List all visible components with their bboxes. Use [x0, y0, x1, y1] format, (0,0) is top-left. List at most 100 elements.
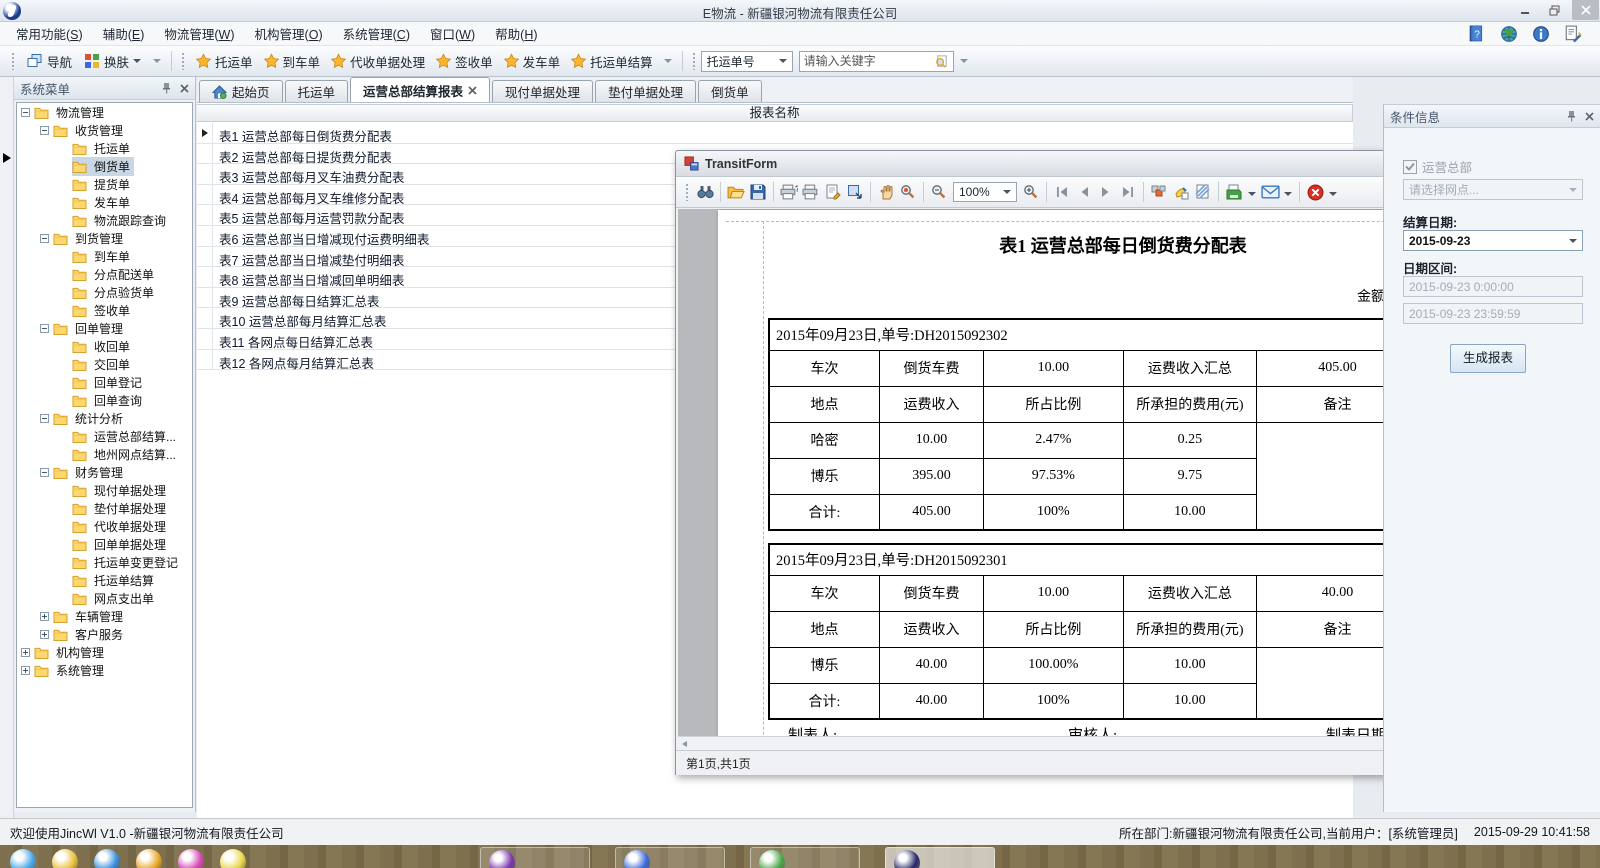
- search-icon[interactable]: [934, 54, 949, 69]
- tree-item-回单管理[interactable]: 回单管理: [17, 319, 192, 337]
- pin-icon[interactable]: [161, 82, 172, 94]
- mail-button[interactable]: [1259, 181, 1281, 203]
- zoom-in-button[interactable]: [1020, 181, 1042, 203]
- expand-icon[interactable]: [40, 630, 49, 639]
- expand-icon[interactable]: [21, 666, 30, 675]
- zoom-out-button[interactable]: [928, 181, 950, 203]
- taskbar-app-button[interactable]: [480, 847, 590, 868]
- tree-item-财务管理[interactable]: 财务管理: [17, 463, 192, 481]
- tree-item-车辆管理[interactable]: 车辆管理: [17, 607, 192, 625]
- favorite-button[interactable]: 到车单: [258, 49, 326, 74]
- tab-close-icon[interactable]: [468, 86, 477, 95]
- favorite-button[interactable]: 托运单: [190, 49, 258, 74]
- tree-item-交回单[interactable]: 交回单: [17, 355, 192, 373]
- settle-date-combo[interactable]: 2015-09-23: [1403, 230, 1583, 251]
- report-list-row[interactable]: 表1 运营总部每日倒货费分配表: [197, 123, 1353, 144]
- tree-item-运营总部结算[interactable]: 运营总部结算...: [17, 427, 192, 445]
- menu-item[interactable]: 辅助(E): [93, 21, 155, 46]
- globe-icon[interactable]: [1500, 25, 1518, 43]
- favorite-button[interactable]: 发车单: [498, 49, 566, 74]
- generate-report-button[interactable]: 生成报表: [1450, 344, 1526, 373]
- tree-item-统计分析[interactable]: 统计分析: [17, 409, 192, 427]
- tree-item-回单查询[interactable]: 回单查询: [17, 391, 192, 409]
- scale-button[interactable]: [844, 181, 866, 203]
- page-setup-button[interactable]: [822, 181, 844, 203]
- menu-item[interactable]: 窗口(W): [420, 21, 485, 46]
- print-button[interactable]: [800, 181, 822, 203]
- open-button[interactable]: [725, 181, 747, 203]
- taskbar-app-icon[interactable]: [10, 849, 36, 868]
- close-red-button[interactable]: [1304, 181, 1326, 203]
- condition-panel-close-icon[interactable]: [1585, 112, 1594, 121]
- skin-button[interactable]: 换肤: [78, 49, 147, 74]
- tab-现付单据处理[interactable]: 现付单据处理: [492, 80, 593, 102]
- minimize-button[interactable]: [1511, 0, 1538, 20]
- sidebar-close-icon[interactable]: [180, 84, 189, 93]
- tree-item-托运单结算[interactable]: 托运单结算: [17, 571, 192, 589]
- tree-item-现付单据处理[interactable]: 现付单据处理: [17, 481, 192, 499]
- tree-item-物流管理[interactable]: 物流管理: [17, 103, 192, 121]
- tree-item-系统管理[interactable]: 系统管理: [17, 661, 192, 679]
- thumbnails-button[interactable]: [1148, 181, 1170, 203]
- favorite-button[interactable]: 代收单据处理: [325, 49, 430, 74]
- collapse-icon[interactable]: [40, 468, 49, 477]
- taskbar-app-icon[interactable]: [136, 849, 162, 868]
- dropdown-caret[interactable]: [1245, 185, 1259, 199]
- tab-托运单[interactable]: 托运单: [285, 80, 349, 102]
- tab-起始页[interactable]: 起始页: [199, 80, 283, 102]
- tree-item-托运单[interactable]: 托运单: [17, 139, 192, 157]
- print-dialog-button[interactable]: ?: [778, 181, 800, 203]
- toolbar-grip[interactable]: [692, 52, 696, 70]
- tree-item-收货管理[interactable]: 收货管理: [17, 121, 192, 139]
- restore-button[interactable]: [1541, 0, 1568, 20]
- zoom-mode-button[interactable]: [897, 181, 919, 203]
- toolbar-grip[interactable]: [181, 52, 185, 70]
- next-page-button[interactable]: [1095, 181, 1117, 203]
- pin-icon[interactable]: [1566, 110, 1577, 122]
- tree-item-签收单[interactable]: 签收单: [17, 301, 192, 319]
- edit-button[interactable]: [1170, 181, 1192, 203]
- navigation-button[interactable]: 导航: [20, 49, 78, 74]
- favorites-overflow[interactable]: [658, 56, 678, 66]
- toolbar-overflow[interactable]: [147, 56, 167, 66]
- search-input[interactable]: [804, 54, 934, 68]
- tree-item-托运单变更登记[interactable]: 托运单变更登记: [17, 553, 192, 571]
- menu-item[interactable]: 系统管理(C): [333, 21, 420, 46]
- taskbar-app-icon[interactable]: [178, 849, 204, 868]
- watermark-button[interactable]: [1192, 181, 1214, 203]
- taskbar-app-button[interactable]: [750, 847, 860, 868]
- tree-item-分点验货单[interactable]: 分点验货单: [17, 283, 192, 301]
- save-button[interactable]: [747, 181, 769, 203]
- favorite-button[interactable]: 签收单: [430, 49, 498, 74]
- tree-item-物流跟踪查询[interactable]: 物流跟踪查询: [17, 211, 192, 229]
- taskbar-app-button[interactable]: [615, 847, 725, 868]
- last-page-button[interactable]: [1117, 181, 1139, 203]
- dropdown-caret[interactable]: [1281, 185, 1295, 199]
- tree-item-收回单[interactable]: 收回单: [17, 337, 192, 355]
- tree-item-回单登记[interactable]: 回单登记: [17, 373, 192, 391]
- prev-page-button[interactable]: [1073, 181, 1095, 203]
- tree-item-地州网点结算[interactable]: 地州网点结算...: [17, 445, 192, 463]
- expand-icon[interactable]: [21, 648, 30, 657]
- viewer-zoom-combo[interactable]: 100%: [953, 182, 1017, 202]
- close-button[interactable]: [1572, 0, 1599, 20]
- tree-item-到车单[interactable]: 到车单: [17, 247, 192, 265]
- menu-item[interactable]: 物流管理(W): [154, 21, 244, 46]
- taskbar-app-icon[interactable]: [52, 849, 78, 868]
- collapse-icon[interactable]: [40, 126, 49, 135]
- tree-item-机构管理[interactable]: 机构管理: [17, 643, 192, 661]
- export-button[interactable]: [1223, 181, 1245, 203]
- menu-item[interactable]: 常用功能(S): [6, 21, 93, 46]
- search-overflow[interactable]: [954, 56, 974, 66]
- tree-item-倒货单[interactable]: 倒货单: [17, 157, 192, 175]
- tree-item-发车单[interactable]: 发车单: [17, 193, 192, 211]
- taskbar-app-button[interactable]: [885, 847, 995, 868]
- info-icon[interactable]: [1532, 25, 1550, 43]
- tree-item-网点支出单[interactable]: 网点支出单: [17, 589, 192, 607]
- favorite-button[interactable]: 托运单结算: [565, 49, 658, 74]
- collapse-icon[interactable]: [40, 234, 49, 243]
- tree-item-提货单[interactable]: 提货单: [17, 175, 192, 193]
- help-book-icon[interactable]: ?: [1468, 25, 1486, 43]
- taskbar-app-icon[interactable]: [220, 849, 246, 868]
- hq-checkbox-row[interactable]: 运营总部: [1403, 157, 1472, 176]
